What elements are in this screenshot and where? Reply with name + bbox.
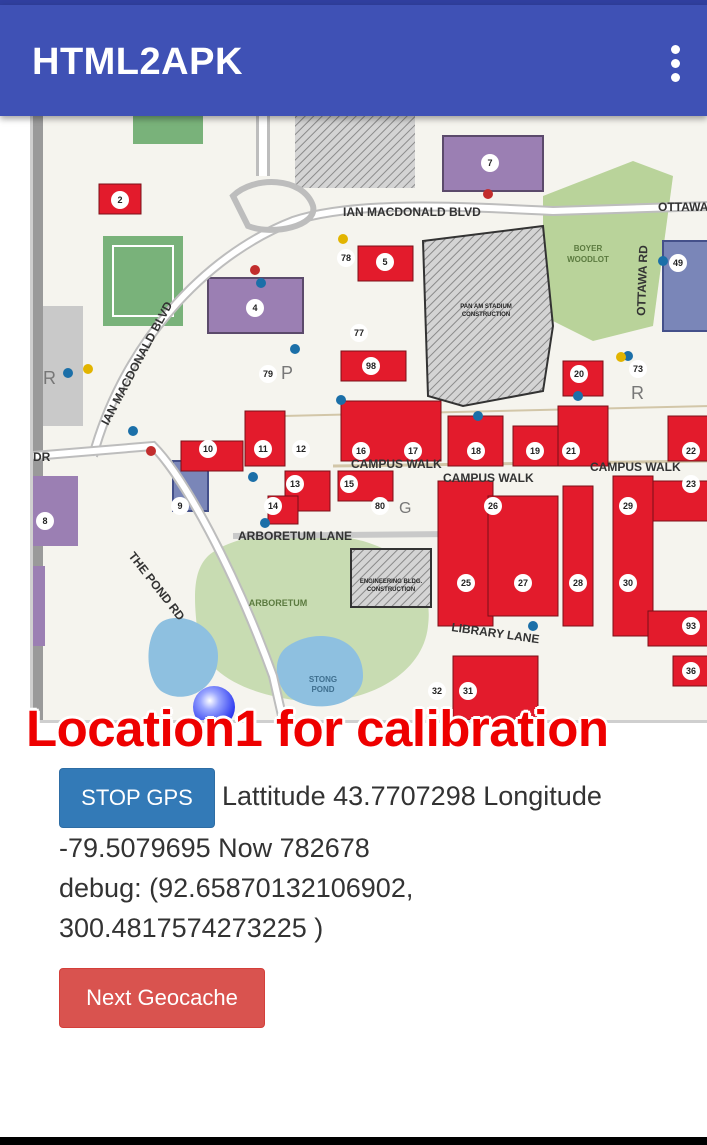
stong-pond [276,636,363,707]
svg-text:49: 49 [673,258,683,268]
debug-text-line1: debug: (92.65870132106902, [59,873,414,903]
svg-text:10: 10 [203,444,213,454]
svg-text:30: 30 [623,578,633,588]
svg-text:15: 15 [344,479,354,489]
calibration-caption: Location1 for calibration [26,700,609,757]
svg-text:23: 23 [686,479,696,489]
svg-text:11: 11 [258,444,268,454]
svg-text:26: 26 [488,501,498,511]
svg-text:P: P [281,363,293,383]
app-bar: HTML2APK [0,5,707,116]
svg-text:80: 80 [375,501,385,511]
engineering-construction [350,548,432,608]
svg-text:14: 14 [268,501,278,511]
svg-text:IAN MACDONALD BLVD: IAN MACDONALD BLVD [343,205,481,219]
svg-text:DR: DR [33,450,51,464]
svg-text:WOODLOT: WOODLOT [567,255,609,264]
svg-text:27: 27 [518,578,528,588]
svg-text:ARBORETUM: ARBORETUM [249,598,308,608]
svg-text:BOYER: BOYER [574,244,603,253]
overflow-menu-icon[interactable] [662,43,690,83]
svg-text:20: 20 [574,369,584,379]
svg-text:22: 22 [686,446,696,456]
svg-text:8: 8 [42,516,47,526]
longitude-text: -79.5079695 Now 782678 [59,833,370,863]
svg-text:77: 77 [354,328,364,338]
svg-text:28: 28 [573,578,583,588]
svg-text:18: 18 [471,446,481,456]
stop-gps-button[interactable]: STOP GPS [59,768,215,828]
construction-area [295,116,415,188]
svg-text:93: 93 [686,621,696,631]
svg-text:25: 25 [461,578,471,588]
svg-text:13: 13 [290,479,300,489]
campus-map-graphic: 2 4 5 7 8 9 10 11 12 13 14 15 16 17 18 1… [33,116,707,720]
svg-text:CAMPUS WALK: CAMPUS WALK [443,471,534,485]
svg-text:ENGINEERING BLDG.: ENGINEERING BLDG. [360,579,423,585]
svg-text:5: 5 [382,257,387,267]
svg-text:STONG: STONG [309,675,337,684]
svg-text:CAMPUS WALK: CAMPUS WALK [351,457,442,471]
svg-text:73: 73 [633,364,643,374]
svg-text:79: 79 [263,369,273,379]
svg-text:R: R [631,383,644,403]
svg-text:21: 21 [566,446,576,456]
svg-text:2: 2 [117,195,122,205]
svg-text:78: 78 [341,253,351,263]
gps-info: STOP GPS Lattitude 43.7707298 Longitude … [59,768,659,948]
svg-text:7: 7 [487,158,492,168]
svg-text:G: G [399,500,411,517]
svg-text:CONSTRUCTION: CONSTRUCTION [367,587,415,593]
svg-text:POND: POND [311,685,334,694]
svg-text:36: 36 [686,666,696,676]
svg-text:12: 12 [296,444,306,454]
svg-text:PAN AM STADIUM: PAN AM STADIUM [460,304,512,310]
bottom-edge [0,1137,707,1145]
svg-text:29: 29 [623,501,633,511]
svg-text:CONSTRUCTION: CONSTRUCTION [462,312,510,318]
svg-text:OTTAWA RD: OTTAWA RD [634,245,650,316]
svg-text:R: R [43,368,56,388]
parking-lot [43,306,83,426]
svg-text:16: 16 [356,446,366,456]
svg-text:4: 4 [252,303,257,313]
svg-text:OTTAWA: OTTAWA [658,200,707,214]
svg-text:CAMPUS WALK: CAMPUS WALK [590,460,681,474]
svg-text:31: 31 [463,686,473,696]
svg-text:ARBORETUM LANE: ARBORETUM LANE [238,529,352,543]
svg-text:32: 32 [432,686,442,696]
app-title: HTML2APK [32,41,243,83]
svg-text:19: 19 [530,446,540,456]
svg-text:98: 98 [366,361,376,371]
debug-text-line2: 300.4817574273225 ) [59,913,324,943]
svg-text:17: 17 [408,446,418,456]
svg-text:9: 9 [177,501,182,511]
latitude-text: Lattitude 43.7707298 Longitude [222,781,602,811]
campus-map[interactable]: 2 4 5 7 8 9 10 11 12 13 14 15 16 17 18 1… [30,116,707,723]
next-geocache-button[interactable]: Next Geocache [59,968,265,1028]
